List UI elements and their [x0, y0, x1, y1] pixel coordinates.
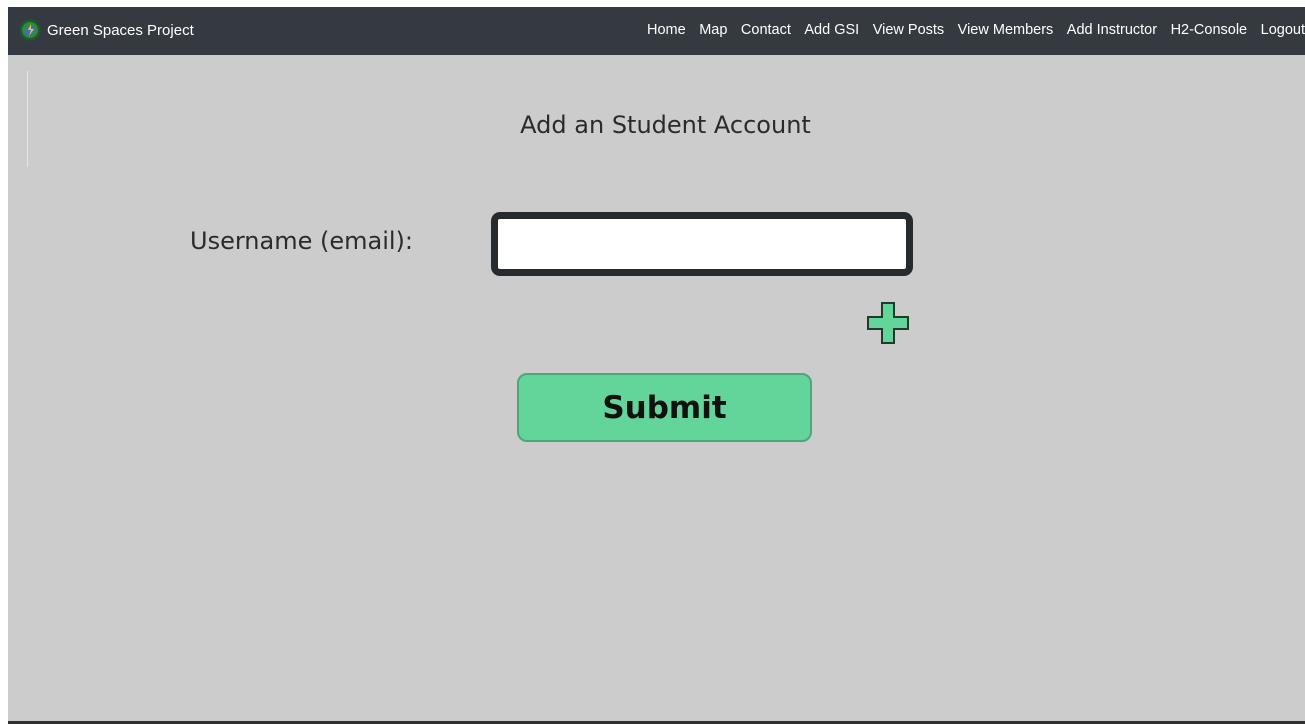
navbar: Green Spaces Project Home Map Contact Ad…: [8, 7, 1305, 55]
nav-link-add-gsi[interactable]: Add GSI: [804, 22, 859, 38]
add-field-button[interactable]: [866, 301, 910, 345]
nav-link-h2-console[interactable]: H2-Console: [1171, 22, 1248, 38]
nav-link-view-members[interactable]: View Members: [958, 22, 1054, 38]
nav-links: Home Map Contact Add GSI View Posts View…: [634, 18, 1305, 42]
username-label: Username (email):: [190, 227, 413, 255]
app-frame: Green Spaces Project Home Map Contact Ad…: [8, 7, 1305, 722]
nav-link-view-posts[interactable]: View Posts: [873, 22, 944, 38]
nav-link-contact[interactable]: Contact: [741, 22, 791, 38]
username-email-input[interactable]: [491, 212, 913, 276]
nav-link-logout[interactable]: Logout: [1261, 22, 1305, 38]
nav-link-add-instructor[interactable]: Add Instructor: [1067, 22, 1157, 38]
page-title: Add an Student Account: [520, 111, 811, 139]
brand-link[interactable]: Green Spaces Project: [19, 18, 194, 42]
nav-link-home[interactable]: Home: [647, 22, 686, 38]
nav-link-map[interactable]: Map: [699, 22, 727, 38]
submit-button[interactable]: Submit: [517, 373, 812, 442]
globe-logo-icon: [19, 19, 41, 41]
plus-icon: [867, 302, 909, 344]
brand-label: Green Spaces Project: [47, 21, 194, 39]
